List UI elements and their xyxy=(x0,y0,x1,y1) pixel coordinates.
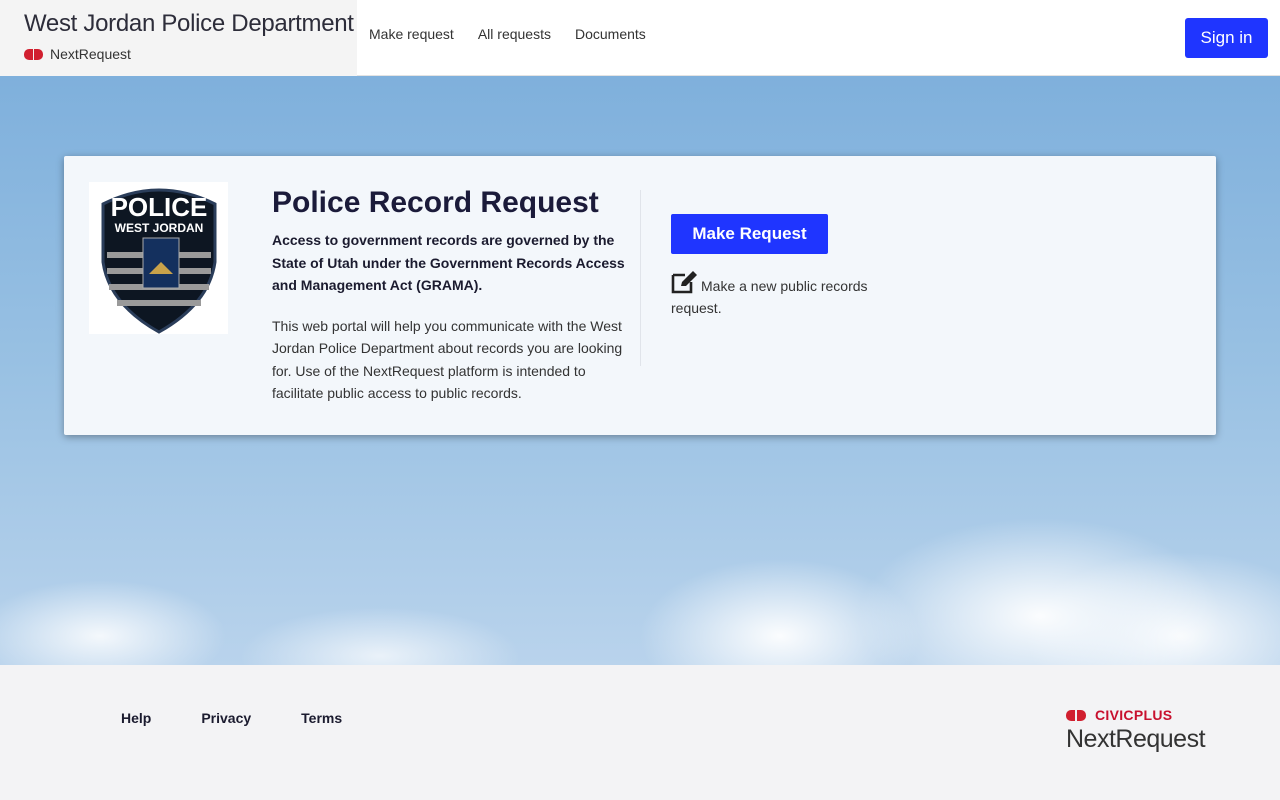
civicplus-nextrequest-logo[interactable]: CIVICPLUS NextRequest xyxy=(1066,707,1206,754)
nav-documents[interactable]: Documents xyxy=(575,26,646,42)
nav-all-requests[interactable]: All requests xyxy=(478,26,551,42)
edit-icon xyxy=(671,271,697,294)
footer: Help Privacy Terms CIVICPLUS NextRequest xyxy=(0,665,1280,800)
footer-terms-link[interactable]: Terms xyxy=(301,710,342,726)
footer-help-link[interactable]: Help xyxy=(121,710,151,726)
civicplus-logo-icon xyxy=(24,48,44,60)
hero-background: POLICE WEST JORDAN Police Record Request… xyxy=(0,76,1280,665)
platform-name: NextRequest xyxy=(50,46,131,62)
divider xyxy=(640,190,641,366)
grama-notice: Access to government records are governe… xyxy=(272,232,625,293)
make-request-button[interactable]: Make Request xyxy=(671,214,828,254)
civicplus-logo-icon xyxy=(1066,709,1089,721)
brand[interactable]: West Jordan Police Department NextReques… xyxy=(0,0,357,76)
main-nav: Make request All requests Documents xyxy=(369,26,646,42)
sign-in-button[interactable]: Sign in xyxy=(1185,18,1268,58)
make-request-description: Make a new public records request. xyxy=(671,278,868,316)
portal-description: This web portal will help you communicat… xyxy=(272,317,623,402)
top-header: West Jordan Police Department NextReques… xyxy=(0,0,1280,76)
request-card: POLICE WEST JORDAN Police Record Request… xyxy=(64,156,1216,435)
civicplus-text: CIVICPLUS xyxy=(1095,707,1173,723)
page-title: Police Record Request xyxy=(272,186,599,219)
badge-text: POLICE xyxy=(110,192,207,222)
footer-privacy-link[interactable]: Privacy xyxy=(201,710,251,726)
nextrequest-text: NextRequest xyxy=(1066,725,1206,753)
nav-make-request[interactable]: Make request xyxy=(369,26,454,42)
svg-text:WEST JORDAN: WEST JORDAN xyxy=(114,221,203,235)
police-badge-logo: POLICE WEST JORDAN xyxy=(89,182,228,334)
agency-title: West Jordan Police Department xyxy=(24,10,354,37)
